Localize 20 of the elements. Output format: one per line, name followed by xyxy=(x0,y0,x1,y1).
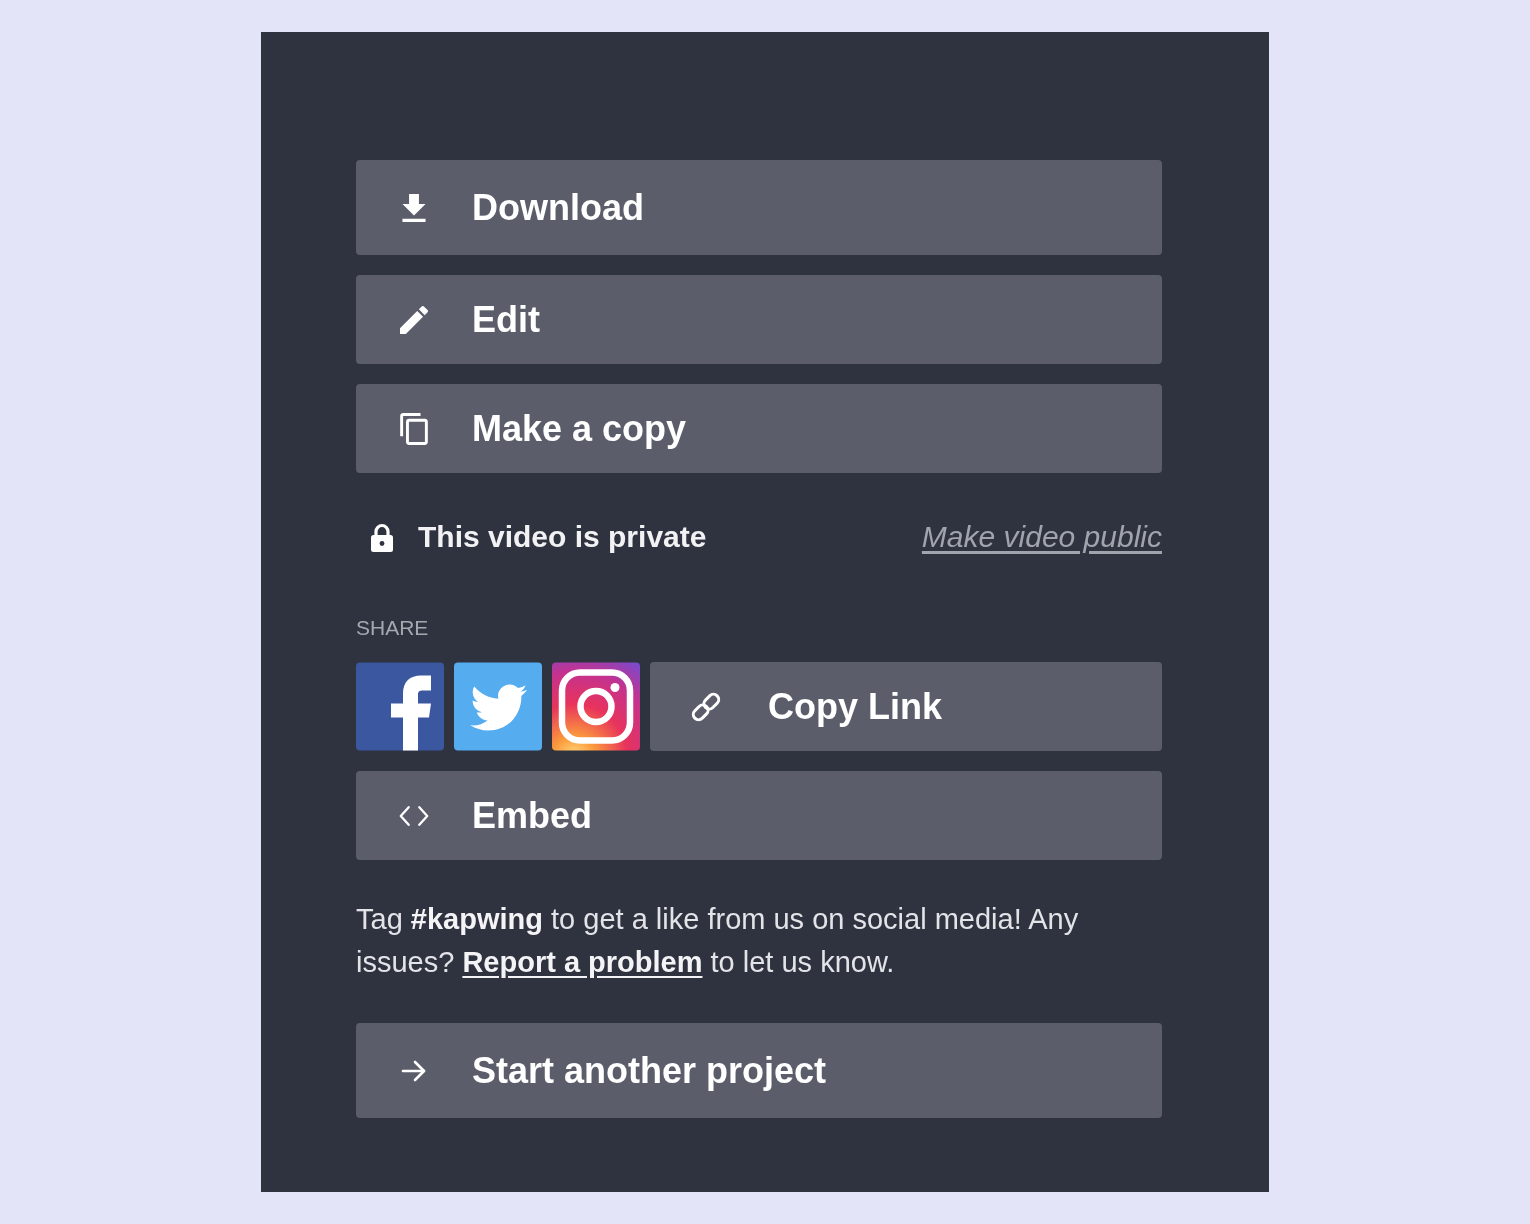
code-icon xyxy=(399,803,429,828)
make-public-link[interactable]: Make video public xyxy=(921,520,1162,554)
facebook-icon[interactable] xyxy=(356,662,444,751)
download-button[interactable]: Download xyxy=(356,160,1162,255)
embed-button[interactable]: Embed xyxy=(356,771,1162,860)
arrow-right-icon xyxy=(401,1058,427,1083)
copy-link-button[interactable]: Copy Link xyxy=(650,662,1162,751)
privacy-status-text: This video is private xyxy=(418,520,707,554)
twitter-icon[interactable] xyxy=(454,662,542,751)
copy-icon xyxy=(400,412,428,445)
instagram-icon[interactable] xyxy=(552,662,640,751)
start-project-button[interactable]: Start another project xyxy=(356,1023,1162,1118)
pencil-icon xyxy=(400,305,428,334)
edit-button[interactable]: Edit xyxy=(356,275,1162,364)
download-icon xyxy=(402,193,426,222)
make-copy-button[interactable]: Make a copy xyxy=(356,384,1162,473)
share-heading: SHARE xyxy=(356,616,430,640)
info-paragraph: Tag #kapwing to get a like from us on social media! Any issues? Report a problem to let us know. xyxy=(356,902,1080,980)
lock-icon xyxy=(371,522,393,552)
report-problem-link[interactable]: Report a problem xyxy=(462,946,703,978)
